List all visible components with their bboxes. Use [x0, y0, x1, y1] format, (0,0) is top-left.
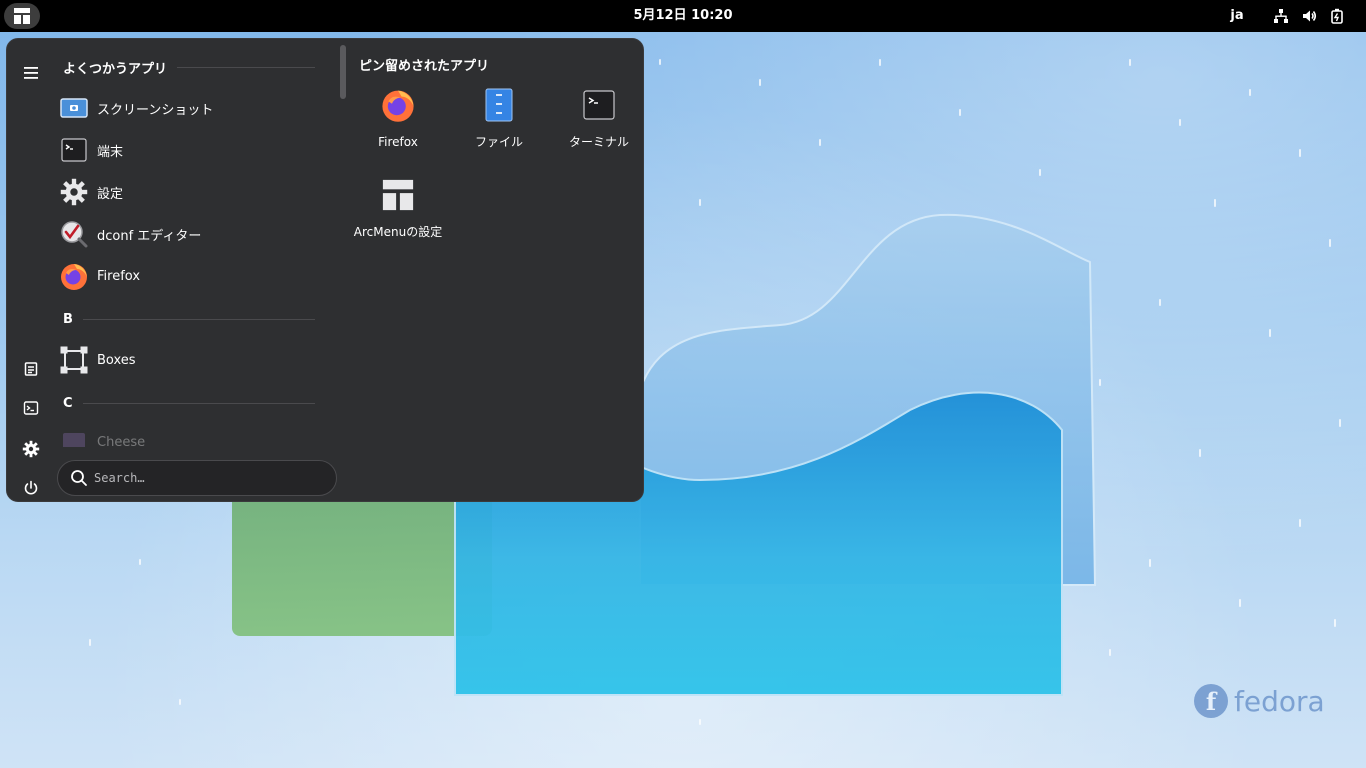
section-letter: B [63, 311, 73, 327]
app-label: Cheese [97, 434, 146, 448]
app-list[interactable]: よくつかうアプリ スクリーンショット 端末 設定 dconf エディター Fir… [57, 49, 315, 447]
search-input[interactable] [94, 471, 314, 485]
battery-icon[interactable] [1328, 7, 1346, 25]
app-item-terminal[interactable]: 端末 [57, 131, 315, 169]
power-button[interactable] [15, 472, 47, 504]
top-bar: 5月12日 10:20 ja [0, 0, 1366, 32]
settings-icon [59, 177, 89, 207]
gear-icon [22, 440, 40, 458]
network-icon[interactable] [1272, 7, 1290, 25]
pinned-app-label: Firefox [378, 135, 418, 149]
fedora-logo-text: fedora [1234, 684, 1325, 718]
divider [82, 318, 315, 320]
app-label: dconf エディター [97, 228, 202, 244]
pinned-apps-heading: ピン留めされたアプリ [359, 59, 490, 74]
frequent-apps-heading: よくつかうアプリ [63, 61, 168, 77]
app-item-screenshot[interactable]: スクリーンショット [57, 89, 315, 127]
pinned-app-label: ファイル [474, 135, 523, 149]
pinned-app-label: ArcMenuの設定 [353, 225, 443, 239]
boxes-icon [59, 345, 89, 375]
pinned-app-arcmenu-settings[interactable]: ArcMenuの設定 [350, 175, 446, 241]
settings-shortcut-button[interactable] [15, 433, 47, 465]
pinned-app-files[interactable]: ファイル [451, 85, 547, 151]
clock[interactable]: 5月12日 10:20 [633, 8, 732, 23]
arcmenu-panel: よくつかうアプリ スクリーンショット 端末 設定 dconf エディター Fir… [6, 38, 644, 502]
fedora-logo-icon: f [1194, 684, 1228, 718]
section-heading-c: C [63, 393, 315, 413]
system-tray[interactable] [1272, 0, 1346, 32]
app-item-firefox[interactable]: Firefox [57, 257, 315, 295]
power-icon [24, 480, 38, 495]
search-box[interactable] [57, 460, 337, 496]
terminal-icon [579, 85, 619, 125]
input-language-indicator[interactable]: ja [1226, 0, 1248, 32]
arcmenu-icon [14, 8, 30, 24]
hamburger-menu-button[interactable] [15, 57, 47, 89]
search-icon [71, 470, 87, 486]
arcmenu-settings-icon [378, 175, 418, 215]
app-label: Boxes [97, 352, 136, 368]
app-item-boxes[interactable]: Boxes [57, 341, 315, 379]
divider [82, 402, 315, 404]
documents-shortcut-button[interactable] [15, 353, 47, 385]
document-icon [24, 362, 38, 376]
app-item-cheese[interactable]: Cheese [57, 423, 315, 447]
section-letter: C [63, 395, 73, 411]
terminal-shortcut-button[interactable] [15, 392, 47, 424]
app-label: 設定 [97, 186, 124, 202]
cheese-icon [59, 427, 89, 447]
dconf-editor-icon [59, 219, 89, 249]
section-heading-b: B [63, 309, 315, 329]
app-list-scrollbar[interactable] [340, 45, 346, 99]
section-heading-frequent: よくつかうアプリ [63, 57, 315, 77]
hamburger-icon [24, 67, 38, 79]
terminal-icon [23, 401, 39, 415]
menu-sidebar [15, 49, 47, 495]
fedora-logo: f fedora [1194, 684, 1325, 718]
files-icon [479, 85, 519, 125]
screenshot-icon [59, 93, 89, 123]
arcmenu-button[interactable] [4, 3, 40, 29]
pinned-app-firefox[interactable]: Firefox [350, 85, 446, 151]
app-label: 端末 [97, 144, 124, 160]
firefox-icon [378, 85, 418, 125]
pinned-app-label: ターミナル [568, 135, 629, 149]
app-item-dconf-editor[interactable]: dconf エディター [57, 215, 315, 253]
app-label: スクリーンショット [97, 102, 214, 118]
divider [177, 66, 315, 68]
terminal-icon [59, 135, 89, 165]
app-label: Firefox [97, 268, 141, 284]
firefox-icon [59, 261, 89, 291]
pinned-app-terminal[interactable]: ターミナル [551, 85, 647, 151]
app-item-settings[interactable]: 設定 [57, 173, 315, 211]
volume-icon[interactable] [1300, 7, 1318, 25]
